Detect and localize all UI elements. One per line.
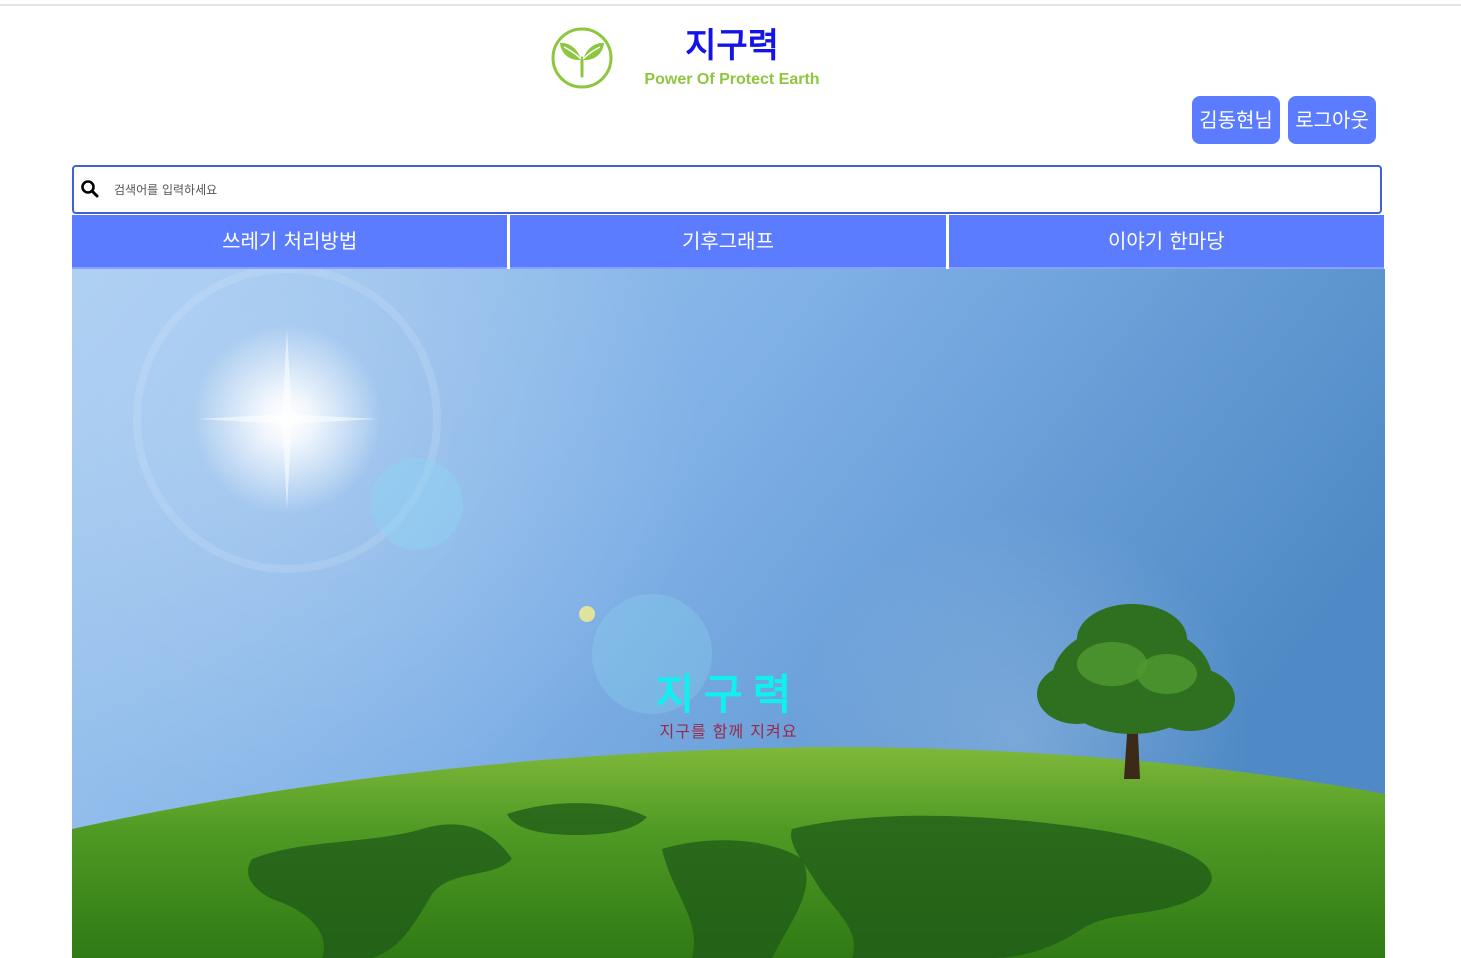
sprout-logo-icon[interactable] [550,26,614,90]
search-bar [72,165,1382,214]
site-title[interactable]: 지구력 [640,26,824,66]
nav-item-climate-graph[interactable]: 기후그래프 [510,215,946,269]
hero-title: 지구력 [655,670,802,719]
main-nav: 쓰레기 처리방법 기후그래프 이야기 한마당 [72,215,1384,269]
search-input[interactable] [114,167,1364,212]
hero-landscape-image [72,269,1385,958]
logout-button[interactable]: 로그아웃 [1288,96,1376,144]
top-divider [0,4,1461,6]
nav-item-story[interactable]: 이야기 한마당 [948,215,1384,269]
hero-banner: 지구력 지구를 함께 지켜요 [72,269,1385,958]
user-name-button[interactable]: 김동현님 [1192,96,1280,144]
nav-item-waste[interactable]: 쓰레기 처리방법 [72,215,508,269]
hero-subtitle: 지구를 함께 지켜요 [659,722,798,741]
search-icon[interactable] [80,179,100,199]
site-tagline: Power Of Protect Earth [644,71,820,88]
